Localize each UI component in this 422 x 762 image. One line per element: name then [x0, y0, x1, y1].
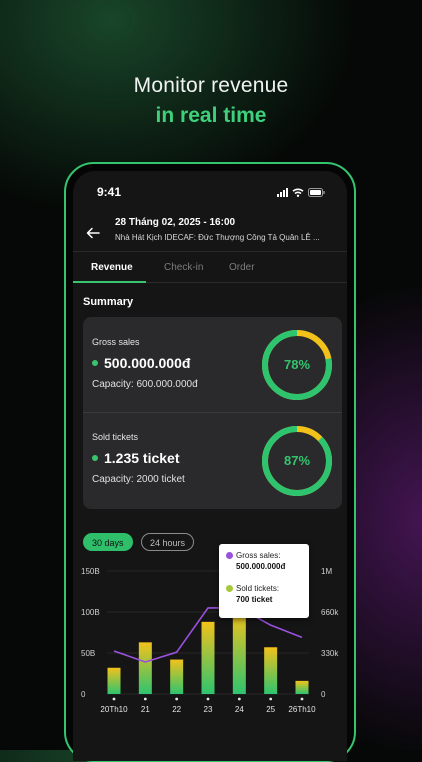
- gross-sales-title: Gross sales: [92, 337, 262, 347]
- summary-heading: Summary: [83, 296, 133, 308]
- gross-sales-ring: 78%: [260, 328, 334, 402]
- x-tick-dot: [301, 698, 304, 701]
- x-tick-label: 22: [172, 705, 181, 714]
- event-title: 28 Tháng 02, 2025 - 16:00: [115, 217, 235, 228]
- chart-bar: [202, 622, 215, 694]
- tab-order[interactable]: Order: [229, 262, 255, 273]
- tooltip-gross-value: 500.000.000đ: [236, 562, 285, 571]
- event-header: 28 Tháng 02, 2025 - 16:00 Nhà Hát Kịch I…: [73, 217, 347, 251]
- back-arrow-icon[interactable]: [85, 225, 101, 241]
- chart-tooltip: Gross sales: 500.000.000đ Sold tickets: …: [219, 544, 309, 618]
- card-divider: [83, 412, 342, 413]
- chart-bar: [296, 681, 309, 694]
- y-left-tick-label: 50B: [81, 649, 95, 658]
- x-tick-dot: [238, 698, 241, 701]
- chart-bar: [108, 668, 121, 694]
- status-dot: [92, 360, 98, 366]
- sold-tickets-title: Sold tickets: [92, 432, 262, 442]
- tooltip-tickets-value: 700 ticket: [236, 595, 279, 604]
- chart-bar: [233, 612, 246, 694]
- chart-bar: [139, 642, 152, 694]
- gross-sales-percent: 78%: [260, 328, 334, 402]
- hero-title: Monitor revenue: [0, 74, 422, 98]
- legend-dot-tickets: [226, 585, 233, 592]
- y-right-tick-label: 0: [321, 690, 326, 699]
- x-tick-label: 21: [141, 705, 150, 714]
- x-tick-dot: [269, 698, 272, 701]
- tab-revenue[interactable]: Revenue: [91, 262, 133, 273]
- sold-tickets-capacity: Capacity: 2000 ticket: [92, 474, 262, 485]
- sold-tickets-value: 1.235 ticket: [104, 450, 180, 466]
- x-tick-label: 24: [235, 705, 244, 714]
- tooltip-gross-label: Gross sales:: [236, 551, 280, 560]
- event-venue: Nhà Hát Kịch IDECAF: Đức Thượng Công Tả …: [115, 233, 320, 242]
- x-tick-dot: [113, 698, 116, 701]
- app-screen: 9:41 28 Tháng 02, 2025 - 16:00 Nhà Hát K…: [73, 171, 347, 761]
- y-right-tick-label: 330k: [321, 649, 339, 658]
- active-tab-indicator: [73, 281, 146, 283]
- x-tick-label: 26Th10: [288, 705, 316, 714]
- filter-24-hours[interactable]: 24 hours: [141, 533, 194, 551]
- y-left-tick-label: 100B: [81, 608, 100, 617]
- sold-tickets-percent: 87%: [260, 424, 334, 498]
- x-tick-label: 20Th10: [100, 705, 128, 714]
- wifi-icon: [292, 188, 304, 197]
- battery-icon: [308, 188, 325, 197]
- tab-check-in[interactable]: Check-in: [164, 262, 203, 273]
- x-tick-label: 23: [204, 705, 213, 714]
- y-right-tick-label: 660k: [321, 608, 339, 617]
- status-bar: 9:41: [73, 185, 347, 203]
- x-tick-dot: [207, 698, 210, 701]
- status-dot: [92, 455, 98, 461]
- phone-frame: 9:41 28 Tháng 02, 2025 - 16:00 Nhà Hát K…: [64, 162, 356, 762]
- x-tick-dot: [144, 698, 147, 701]
- y-left-tick-label: 0: [81, 690, 86, 699]
- filter-30-days[interactable]: 30 days: [83, 533, 133, 551]
- status-time: 9:41: [97, 185, 121, 199]
- gross-sales-capacity: Capacity: 600.000.000đ: [92, 379, 262, 390]
- gross-sales-metric: Gross sales 500.000.000đ Capacity: 600.0…: [92, 337, 262, 390]
- tooltip-tickets-label: Sold tickets:: [236, 584, 279, 593]
- signal-icon: [277, 188, 288, 197]
- legend-dot-gross: [226, 552, 233, 559]
- sold-tickets-metric: Sold tickets 1.235 ticket Capacity: 2000…: [92, 432, 262, 485]
- x-tick-label: 25: [266, 705, 275, 714]
- sold-tickets-ring: 87%: [260, 424, 334, 498]
- hero-subtitle: in real time: [0, 104, 422, 128]
- y-right-tick-label: 1M: [321, 567, 332, 576]
- chart-bar: [264, 647, 277, 694]
- gross-sales-value: 500.000.000đ: [104, 355, 190, 371]
- chart-bar: [170, 660, 183, 694]
- tab-bar: Revenue Check-in Order: [73, 251, 347, 283]
- x-tick-dot: [175, 698, 178, 701]
- y-left-tick-label: 150B: [81, 567, 100, 576]
- summary-card: Gross sales 500.000.000đ Capacity: 600.0…: [83, 317, 342, 509]
